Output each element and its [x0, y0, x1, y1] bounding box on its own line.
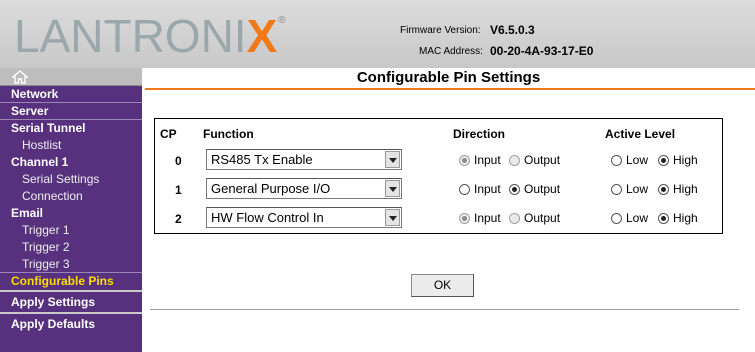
radio-icon[interactable]: [509, 212, 520, 224]
level-low-label: Low: [626, 211, 649, 225]
chevron-down-icon[interactable]: [385, 209, 400, 226]
header-banner: LANTRONIX® Firmware Version: V6.5.0.3 MA…: [0, 0, 755, 68]
level-low-radio[interactable]: Low: [611, 211, 648, 225]
radio-icon[interactable]: [509, 183, 520, 195]
table-row: 0 RS485 Tx Enable Input Output Low High: [155, 149, 722, 173]
logo-registered-mark: ®: [278, 15, 286, 26]
level-high-radio[interactable]: High: [658, 182, 698, 196]
direction-input-label: Input: [474, 211, 501, 225]
firmware-version-label: Firmware Version:: [400, 25, 481, 36]
direction-output-label: Output: [524, 153, 561, 167]
cp-number: 2: [175, 212, 182, 226]
sidebar-item-server[interactable]: Server: [0, 103, 142, 120]
page-title: Configurable Pin Settings: [356, 69, 541, 86]
col-header-direction: Direction: [453, 127, 506, 141]
sidebar-item-trigger-1[interactable]: Trigger 1: [0, 222, 142, 239]
sidebar-item-network[interactable]: Network: [0, 86, 142, 103]
radio-icon[interactable]: [459, 154, 470, 166]
radio-icon[interactable]: [611, 154, 622, 166]
radio-icon[interactable]: [658, 154, 669, 166]
direction-input-radio[interactable]: Input: [459, 182, 501, 196]
radio-icon[interactable]: [658, 183, 669, 195]
level-high-radio[interactable]: High: [658, 153, 698, 167]
cp-number: 0: [175, 154, 182, 168]
function-select[interactable]: General Purpose I/O: [206, 178, 402, 199]
logo-x: X: [246, 10, 278, 62]
sidebar-item-apply-settings[interactable]: Apply Settings: [0, 290, 142, 312]
sidebar-item-connection[interactable]: Connection: [0, 188, 142, 205]
function-select-value: RS485 Tx Enable: [211, 152, 313, 167]
col-header-cp: CP: [160, 127, 177, 141]
title-divider: [145, 88, 755, 90]
radio-icon[interactable]: [658, 212, 669, 224]
sidebar-item-configurable-pins[interactable]: Configurable Pins: [0, 273, 142, 290]
cp-number: 1: [175, 183, 182, 197]
sidebar-item-apply-defaults[interactable]: Apply Defaults: [0, 312, 142, 334]
radio-icon[interactable]: [611, 212, 622, 224]
bottom-divider: [150, 309, 739, 310]
radio-icon[interactable]: [611, 183, 622, 195]
logo-text-lantroni: LANTRONI: [14, 10, 247, 62]
direction-output-radio[interactable]: Output: [509, 182, 560, 196]
ok-button[interactable]: OK: [411, 274, 474, 297]
direction-output-radio[interactable]: Output: [509, 153, 560, 167]
direction-input-radio[interactable]: Input: [459, 211, 501, 225]
col-header-active-level: Active Level: [605, 127, 676, 141]
level-high-label: High: [673, 211, 698, 225]
col-header-function: Function: [203, 127, 254, 141]
radio-icon[interactable]: [459, 212, 470, 224]
radio-icon[interactable]: [509, 154, 520, 166]
function-select[interactable]: HW Flow Control In: [206, 207, 402, 228]
direction-input-radio[interactable]: Input: [459, 153, 501, 167]
sidebar-item-serial-settings[interactable]: Serial Settings: [0, 171, 142, 188]
direction-output-label: Output: [524, 211, 561, 225]
function-select-value: HW Flow Control In: [211, 210, 324, 225]
mac-address-label: MAC Address:: [419, 46, 483, 57]
level-high-label: High: [673, 153, 698, 167]
level-low-label: Low: [626, 153, 649, 167]
sidebar-item-trigger-3[interactable]: Trigger 3: [0, 256, 142, 273]
home-icon[interactable]: [12, 70, 28, 84]
direction-input-label: Input: [474, 153, 501, 167]
chevron-down-icon[interactable]: [385, 151, 400, 168]
sidebar-item-trigger-2[interactable]: Trigger 2: [0, 239, 142, 256]
direction-output-radio[interactable]: Output: [509, 211, 560, 225]
sidebar-item-channel-1[interactable]: Channel 1: [0, 154, 142, 171]
function-select-value: General Purpose I/O: [211, 181, 331, 196]
direction-input-label: Input: [474, 182, 501, 196]
sidebar-item-hostlist[interactable]: Hostlist: [0, 137, 142, 154]
firmware-version-value: V6.5.0.3: [490, 23, 535, 37]
radio-icon[interactable]: [459, 183, 470, 195]
level-high-radio[interactable]: High: [658, 211, 698, 225]
function-select[interactable]: RS485 Tx Enable: [206, 149, 402, 170]
table-row: 1 General Purpose I/O Input Output Low H…: [155, 178, 722, 202]
chevron-down-icon[interactable]: [385, 180, 400, 197]
pin-settings-table: CP Function Direction Active Level 0 RS4…: [154, 118, 723, 234]
table-row: 2 HW Flow Control In Input Output Low Hi…: [155, 207, 722, 231]
sidebar-nav: Network Server Serial Tunnel Hostlist Ch…: [0, 68, 142, 352]
level-low-radio[interactable]: Low: [611, 153, 648, 167]
sidebar-item-serial-tunnel[interactable]: Serial Tunnel: [0, 120, 142, 137]
level-high-label: High: [673, 182, 698, 196]
sidebar-item-email[interactable]: Email: [0, 205, 142, 222]
mac-address-value: 00-20-4A-93-17-E0: [490, 44, 594, 58]
home-link[interactable]: [0, 68, 142, 86]
direction-output-label: Output: [524, 182, 561, 196]
level-low-radio[interactable]: Low: [611, 182, 648, 196]
lantronix-logo: LANTRONIX®: [14, 13, 286, 59]
level-low-label: Low: [626, 182, 649, 196]
